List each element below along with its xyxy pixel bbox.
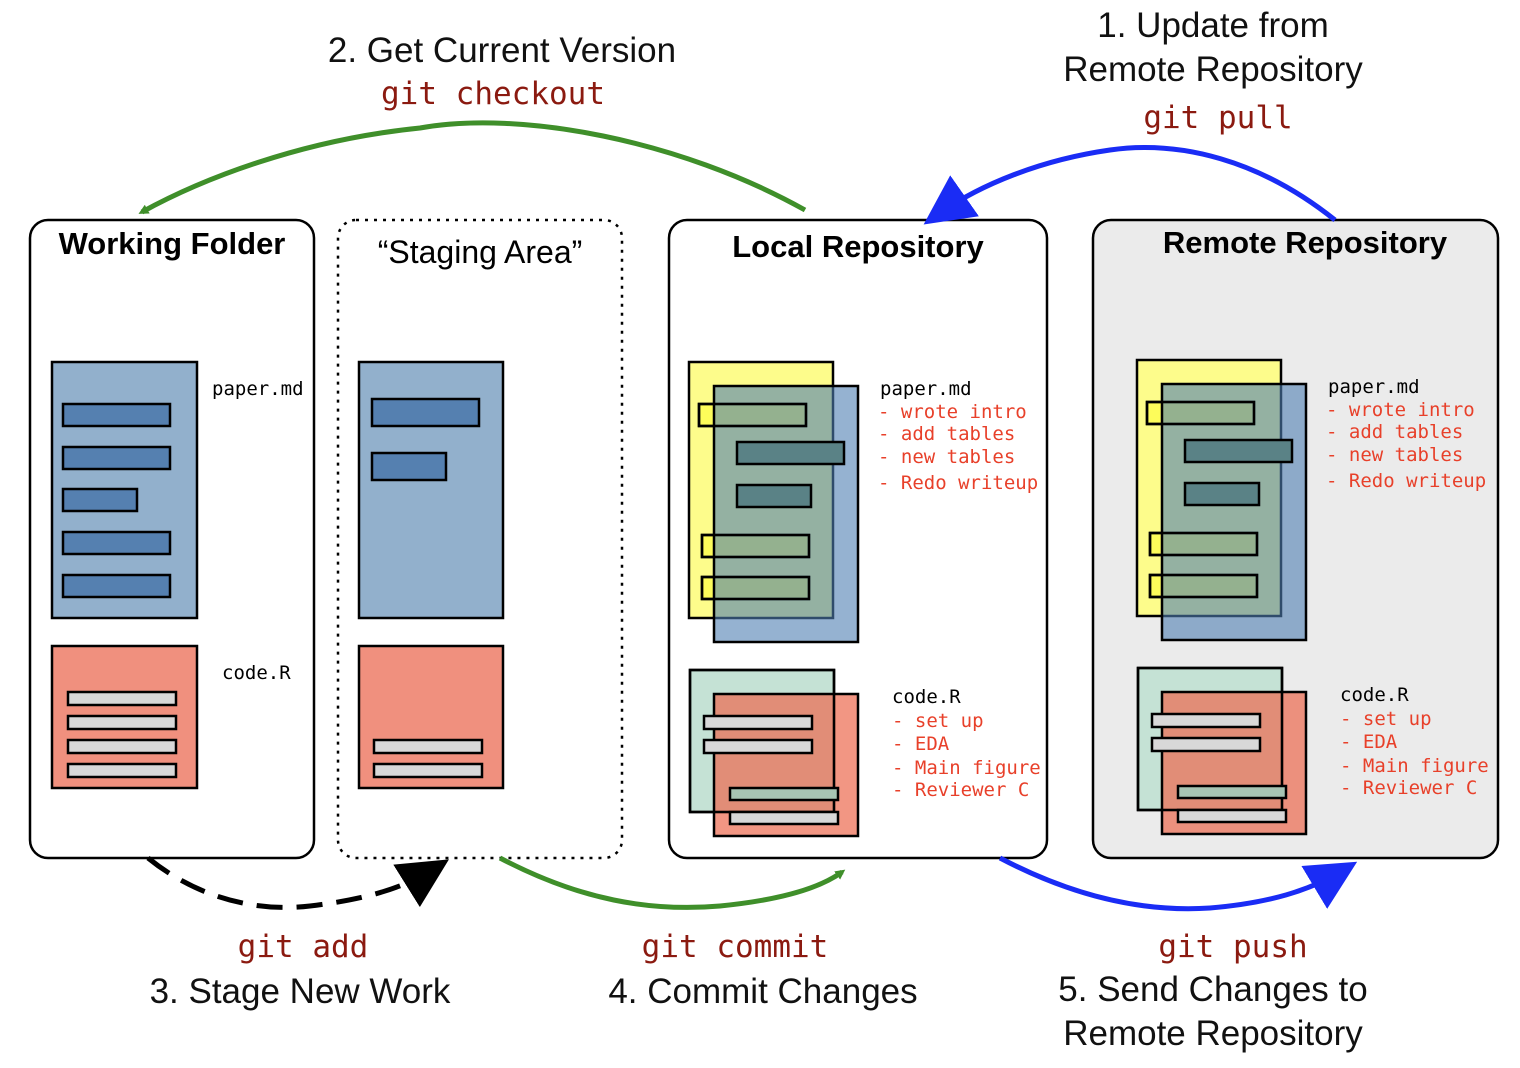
push-label-1: 5. Send Changes to	[1058, 970, 1367, 1009]
git-pull-command: git pull	[1143, 100, 1292, 136]
checkout-arrow	[138, 120, 807, 215]
push-arrow	[998, 855, 1358, 912]
update-remote-label-1: 1. Update from	[1097, 6, 1329, 45]
remote-code-filename: code.R	[1340, 684, 1409, 706]
update-remote-label-2: Remote Repository	[1063, 50, 1363, 89]
local-code-filename: code.R	[892, 686, 961, 708]
commit-arrow	[498, 855, 846, 910]
local-code-history-3: - Main figure	[892, 757, 1041, 779]
local-paper-filename: paper.md	[880, 378, 972, 400]
local-paper-history-3: - new tables	[878, 446, 1015, 468]
working-code-filename: code.R	[222, 662, 291, 684]
commit-label: 4. Commit Changes	[608, 972, 917, 1011]
staging-code-doc	[357, 644, 505, 790]
remote-paper-filename: paper.md	[1328, 376, 1420, 398]
local-paper-history-4: - Redo writeup	[878, 472, 1038, 494]
code-version-stack	[688, 668, 860, 838]
pull-arrow	[923, 145, 1337, 225]
paper-version-stack	[687, 360, 860, 644]
staging-paper-doc	[357, 360, 505, 620]
push-label-2: Remote Repository	[1063, 1014, 1363, 1053]
remote-code-history-2: - EDA	[1340, 731, 1398, 753]
local-repository-title: Local Repository	[732, 229, 984, 264]
local-code-history-1: - set up	[892, 710, 984, 732]
staging-area-title: “Staging Area”	[378, 234, 583, 270]
git-push-command: git push	[1158, 929, 1307, 965]
remote-paper-history-2: - add tables	[1326, 421, 1463, 443]
git-add-command: git add	[238, 929, 369, 965]
git-commit-command: git commit	[642, 929, 829, 965]
remote-paper-history-1: - wrote intro	[1326, 399, 1475, 421]
get-current-label: 2. Get Current Version	[328, 31, 676, 70]
add-arrow	[146, 856, 449, 910]
local-stacked-docs	[687, 360, 860, 838]
remote-code-history-1: - set up	[1340, 708, 1432, 730]
stage-label: 3. Stage New Work	[150, 972, 451, 1011]
working-paper-filename: paper.md	[212, 378, 304, 400]
working-code-doc	[50, 644, 199, 790]
remote-repository-title: Remote Repository	[1163, 225, 1448, 260]
local-code-history-4: - Reviewer C	[892, 779, 1029, 801]
remote-stacked-docs	[1135, 358, 1308, 836]
local-code-history-2: - EDA	[892, 733, 950, 755]
local-paper-history-2: - add tables	[878, 423, 1015, 445]
remote-code-history-3: - Main figure	[1340, 755, 1489, 777]
remote-paper-history-3: - new tables	[1326, 444, 1463, 466]
working-paper-doc	[50, 360, 199, 620]
remote-code-history-4: - Reviewer C	[1340, 777, 1477, 799]
remote-paper-history-4: - Redo writeup	[1326, 470, 1486, 492]
git-workflow-diagram: Working Folder “Staging Area” Local Repo…	[28, 6, 1500, 1053]
local-paper-history-1: - wrote intro	[878, 401, 1027, 423]
working-folder-title: Working Folder	[59, 226, 286, 261]
git-checkout-command: git checkout	[381, 76, 605, 112]
